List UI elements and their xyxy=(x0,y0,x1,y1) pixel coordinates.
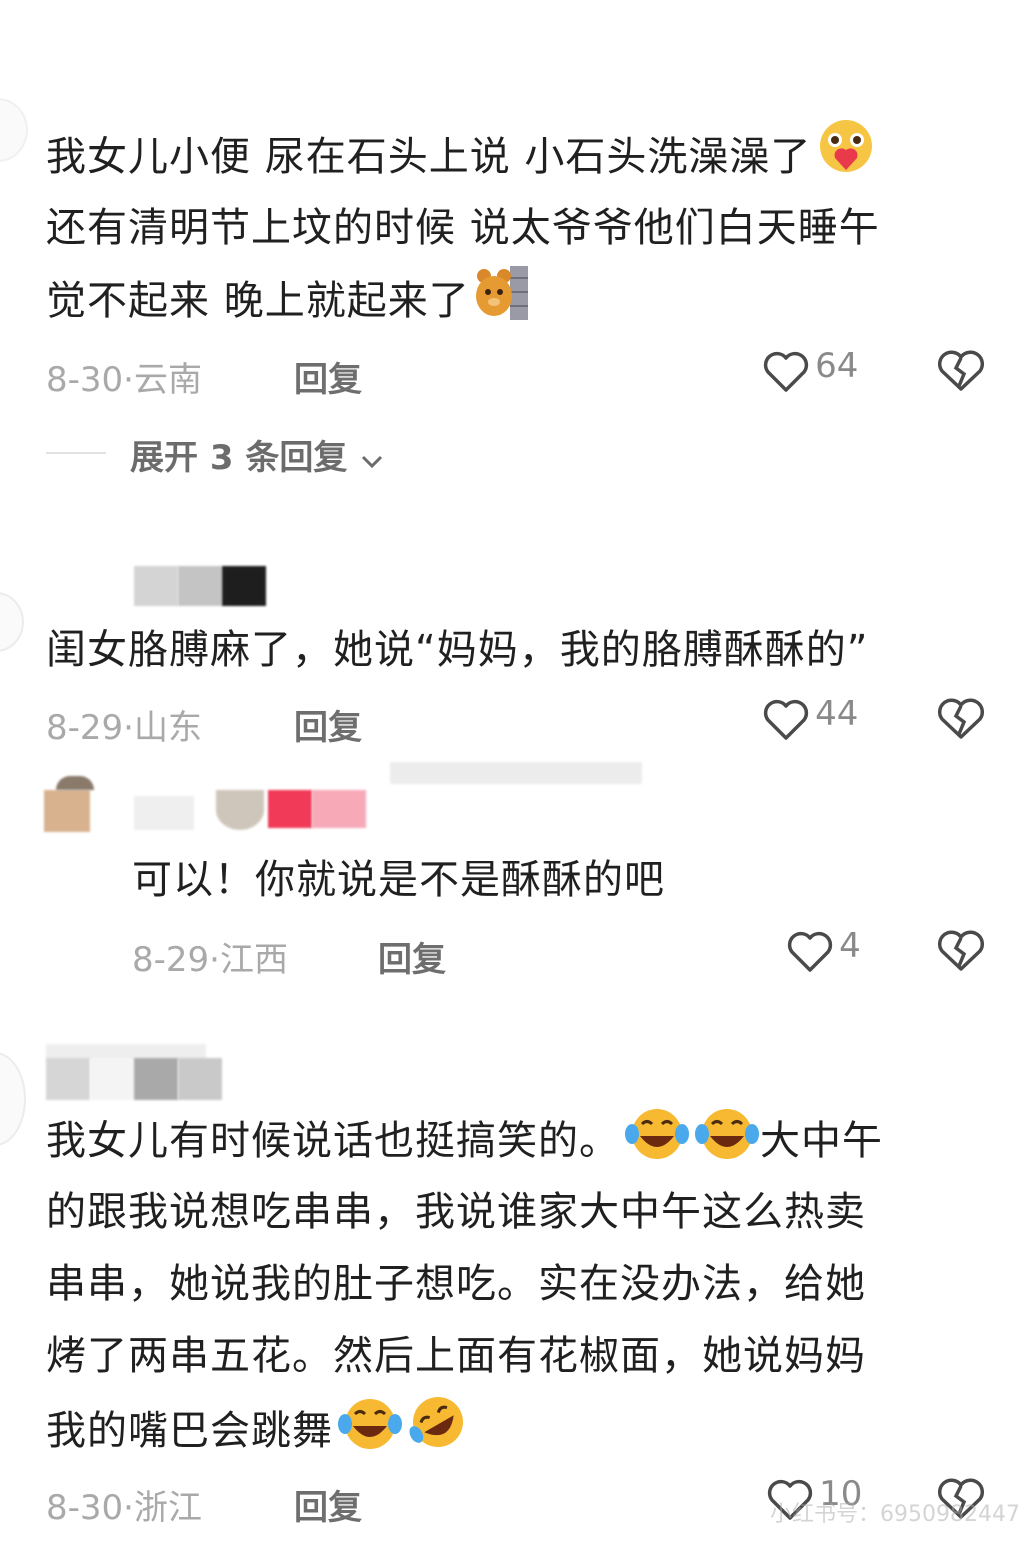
comment-text-line: 可以！你就说是不是酥酥的吧 xyxy=(132,857,665,903)
username-redacted xyxy=(134,1058,178,1100)
like-count: 64 xyxy=(815,346,859,386)
username-redacted[interactable] xyxy=(134,796,194,830)
chevron-down-icon xyxy=(359,440,385,480)
comment-text-line: 的跟我说想吃串串，我说谁家大中午这么热卖 xyxy=(46,1189,866,1235)
comment-text-line: 我女儿有时候说话也挺搞笑的。 大中午 xyxy=(46,1104,883,1185)
tears-of-joy-emoji-icon xyxy=(694,1104,760,1185)
username-redacted[interactable] xyxy=(46,1058,90,1100)
dislike-button[interactable] xyxy=(936,926,986,978)
reply-target-avatar xyxy=(216,790,264,830)
comment-text-line: 我女儿小便 尿在石头上说 小石头洗澡澡了 xyxy=(46,118,877,201)
comment-meta: 8-29·山东 xyxy=(46,700,202,749)
meta-separator: · xyxy=(123,1488,134,1528)
heart-eyes-emoji-icon xyxy=(815,118,877,201)
comment-location: 云南 xyxy=(133,360,202,400)
avatar[interactable] xyxy=(0,98,28,162)
rolling-laughing-emoji-icon xyxy=(407,1392,469,1475)
comment-text-line: 我的嘴巴会跳舞 xyxy=(46,1392,469,1475)
broken-heart-icon xyxy=(936,346,986,398)
avatar[interactable] xyxy=(44,790,90,832)
reply-button[interactable]: 回复 xyxy=(294,1480,362,1529)
broken-heart-icon xyxy=(936,694,986,746)
expand-replies-button[interactable]: 展开 3 条回复 xyxy=(130,430,385,480)
username-redacted xyxy=(178,1058,222,1100)
watermark: 小红书号：6950982447 xyxy=(770,1502,1020,1527)
comment-text-line: 闺女胳膊麻了，她说“妈妈，我的胳膊酥酥的” xyxy=(46,627,869,673)
username-redacted xyxy=(178,566,222,606)
username-redacted xyxy=(222,566,266,606)
comment-text-line: 觉不起来 晚上就起来了 xyxy=(46,264,530,345)
dislike-button[interactable] xyxy=(936,346,986,398)
avatar-edge xyxy=(56,776,94,790)
meta-separator: · xyxy=(209,940,220,980)
tears-of-joy-emoji-icon xyxy=(337,1394,403,1475)
avatar[interactable] xyxy=(0,592,24,652)
comment-text-line: 还有清明节上坟的时候 说太爷爷他们白天睡午 xyxy=(46,205,880,251)
comment-meta: 8-29·江西 xyxy=(132,932,288,981)
heart-outline-icon xyxy=(762,696,810,746)
meta-separator: · xyxy=(123,360,134,400)
comment-date: 8-30 xyxy=(46,1488,124,1528)
comment-date: 8-29 xyxy=(132,940,210,980)
heart-outline-icon xyxy=(762,348,810,398)
comment-location: 江西 xyxy=(219,940,288,980)
comment-location: 山东 xyxy=(133,708,202,748)
comment-date: 8-30 xyxy=(46,360,124,400)
broken-heart-icon xyxy=(936,926,986,978)
like-button[interactable]: 64 xyxy=(762,346,858,398)
bear-peek-emoji-icon xyxy=(474,264,530,345)
tears-of-joy-emoji-icon xyxy=(624,1104,690,1185)
reply-button[interactable]: 回复 xyxy=(378,932,446,981)
like-count: 44 xyxy=(815,694,859,734)
reply-button[interactable]: 回复 xyxy=(294,700,362,749)
like-button[interactable]: 4 xyxy=(786,926,861,978)
username-redacted xyxy=(90,1058,134,1100)
like-count: 4 xyxy=(839,926,861,966)
username-redacted xyxy=(390,762,642,784)
dislike-button[interactable] xyxy=(936,694,986,746)
comment-text-line: 串串，她说我的肚子想吃。实在没办法，给她 xyxy=(46,1261,866,1307)
comment-date: 8-29 xyxy=(46,708,124,748)
divider xyxy=(46,452,106,454)
comment-text-line: 烤了两串五花。然后上面有花椒面，她说妈妈 xyxy=(46,1333,866,1379)
reply-button[interactable]: 回复 xyxy=(294,352,362,401)
meta-separator: · xyxy=(123,708,134,748)
like-button[interactable]: 44 xyxy=(762,694,858,746)
comment-meta: 8-30·云南 xyxy=(46,352,202,401)
reply-target-name-redacted xyxy=(268,790,312,828)
comment-location: 浙江 xyxy=(133,1488,202,1528)
username-redacted[interactable] xyxy=(134,566,178,606)
avatar[interactable] xyxy=(0,1052,26,1146)
reply-target-name-redacted xyxy=(312,790,366,828)
comment-meta: 8-30·浙江 xyxy=(46,1480,202,1529)
heart-outline-icon xyxy=(786,928,834,978)
